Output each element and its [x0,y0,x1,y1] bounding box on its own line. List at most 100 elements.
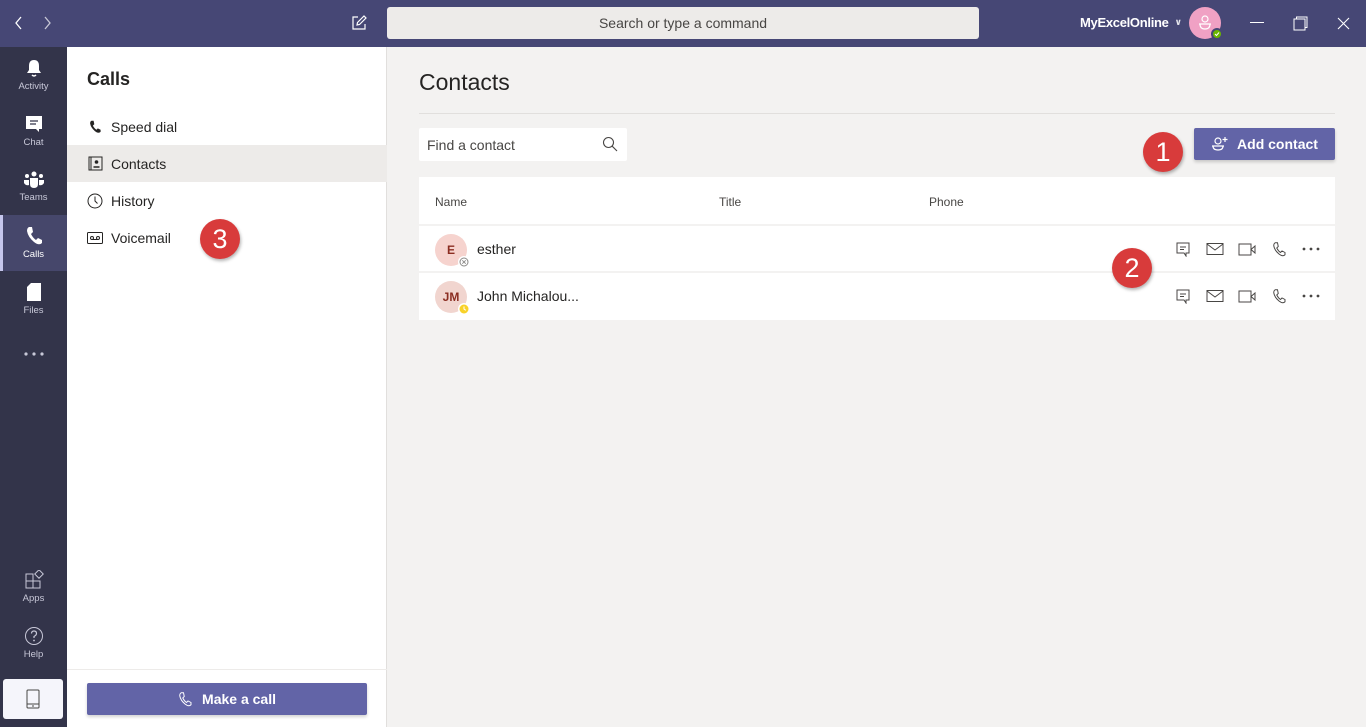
org-switcher[interactable]: MyExcelOnline ∨ [1080,15,1182,30]
command-search-input[interactable]: Search or type a command [387,7,979,39]
rail-label: Help [23,649,44,660]
more-icon [23,352,44,356]
restore-button[interactable] [1288,12,1312,34]
video-icon [1238,243,1255,255]
phone-icon [1273,241,1286,256]
clock-icon [87,193,103,209]
avatar: E [435,234,470,268]
new-chat-button[interactable] [349,13,369,33]
org-name: MyExcelOnline [1080,15,1169,30]
close-icon [1337,17,1349,29]
minimize-icon [1250,22,1264,23]
command-search-placeholder: Search or type a command [598,15,768,31]
title-bar: Search or type a command MyExcelOnline ∨ [0,0,1366,47]
help-icon [24,627,43,645]
title-divider [419,113,1335,114]
chat-button[interactable] [1167,238,1199,260]
rail-label: Activity [18,81,49,92]
panel-title: Calls [87,69,131,89]
chevron-down-icon: ∨ [1174,17,1182,27]
mail-icon [1206,243,1224,255]
phone-icon [87,119,103,135]
audio-call-button[interactable] [1263,238,1295,260]
menu-item-history[interactable]: History [67,182,387,219]
email-button[interactable] [1199,285,1231,307]
back-button[interactable] [9,13,29,33]
more-icon [1302,247,1320,251]
add-contact-button[interactable]: Add contact [1194,128,1335,160]
add-person-icon [1212,137,1228,151]
rail-label: Teams [19,192,48,203]
column-header-phone[interactable]: Phone [929,195,964,209]
more-options-button[interactable] [1295,238,1327,260]
forward-button[interactable] [37,13,57,33]
more-options-button[interactable] [1295,285,1327,307]
contacts-main: Contacts Find a contact Add contact Name… [388,47,1366,727]
chevron-left-icon [15,16,22,30]
presence-away-icon [458,303,470,315]
table-header: Name Title Phone [419,177,1335,226]
annotation-badge-3: 3 [200,219,240,259]
mobile-device-icon [26,689,40,709]
row-actions [1167,285,1327,307]
avatar-initials: E [446,243,455,257]
video-call-button[interactable] [1231,238,1263,260]
app-rail: Activity Chat Teams Calls Files Apps Hel… [0,47,67,727]
profile-avatar[interactable] [1189,7,1223,40]
annotation-badge-2: 2 [1112,248,1152,288]
device-button[interactable] [3,679,63,719]
table-row[interactable]: E esther [419,226,1335,273]
contact-name: esther [477,241,516,257]
more-apps-button[interactable] [0,337,67,371]
rail-item-help[interactable]: Help [0,615,67,671]
menu-item-label: Contacts [111,155,167,172]
annotation-badge-1: 1 [1143,132,1183,172]
column-header-title[interactable]: Title [719,195,741,209]
calls-panel: Calls Speed dial Contacts History Voicem… [67,47,387,727]
apps-icon [25,570,44,589]
phone-icon [26,227,42,245]
rail-label: Chat [23,137,44,148]
restore-icon [1293,16,1307,30]
rail-item-files[interactable]: Files [0,271,67,327]
rail-item-apps[interactable]: Apps [0,559,67,615]
table-row[interactable]: JM John Michalou... [419,273,1335,320]
rail-item-chat[interactable]: Chat [0,103,67,159]
menu-item-speed-dial[interactable]: Speed dial [67,108,387,145]
email-button[interactable] [1199,238,1231,260]
find-contact-input[interactable]: Find a contact [419,128,627,161]
avatar-initials: JM [442,290,460,304]
rail-label: Apps [22,593,45,604]
video-icon [1238,290,1255,302]
rail-label: Calls [22,249,45,260]
rail-item-teams[interactable]: Teams [0,159,67,215]
menu-item-label: Speed dial [111,118,178,135]
contact-name: John Michalou... [477,288,579,304]
make-a-call-label: Make a call [202,691,276,707]
search-icon [602,136,618,152]
menu-item-contacts[interactable]: Contacts [67,145,387,182]
compose-icon [352,15,367,30]
minimize-button[interactable] [1245,12,1269,34]
contacts-table: Name Title Phone E esther JM John Michal… [419,177,1335,320]
row-actions [1167,238,1327,260]
file-icon [26,283,41,301]
contact-card-icon [87,156,103,172]
audio-call-button[interactable] [1263,285,1295,307]
close-button[interactable] [1331,12,1355,34]
rail-label: Files [23,305,44,316]
add-contact-label: Add contact [1237,136,1318,152]
make-a-call-button[interactable]: Make a call [87,683,367,715]
avatar: JM [435,281,470,315]
column-header-name[interactable]: Name [435,195,467,209]
teams-icon [23,171,44,188]
more-icon [1302,294,1320,298]
mail-icon [1206,290,1224,302]
chat-button[interactable] [1167,285,1199,307]
video-call-button[interactable] [1231,285,1263,307]
chat-icon [1176,242,1190,257]
rail-item-calls[interactable]: Calls [0,215,67,271]
rail-item-activity[interactable]: Activity [0,47,67,103]
menu-item-label: Voicemail [111,229,171,246]
page-title: Contacts [419,69,510,95]
